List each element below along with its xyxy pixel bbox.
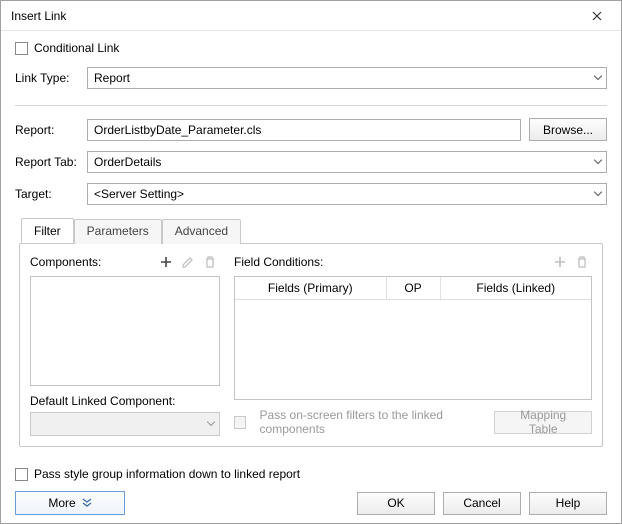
tab-filter[interactable]: Filter	[21, 218, 74, 243]
conditional-link-checkbox[interactable]	[15, 42, 28, 55]
components-delete-button	[200, 252, 220, 272]
target-select[interactable]: <Server Setting>	[87, 183, 607, 205]
field-conditions-label: Field Conditions:	[234, 255, 548, 269]
pass-style-checkbox[interactable]	[15, 468, 28, 481]
cancel-button[interactable]: Cancel	[443, 492, 521, 515]
chevron-down-icon	[207, 422, 215, 427]
link-type-value: Report	[94, 71, 130, 85]
default-linked-label: Default Linked Component:	[30, 394, 220, 408]
default-linked-select	[30, 412, 220, 436]
more-button[interactable]: More	[15, 491, 125, 515]
chevron-down-icon	[594, 76, 602, 81]
pass-style-label: Pass style group information down to lin…	[34, 467, 300, 481]
report-input[interactable]: OrderListbyDate_Parameter.cls	[87, 119, 521, 141]
ok-button[interactable]: OK	[357, 492, 435, 515]
col-header-linked: Fields (Linked)	[441, 277, 592, 299]
field-conditions-add-button	[550, 252, 570, 272]
filter-tab-pane: Components: Default Linked Component:	[19, 243, 603, 447]
col-header-op: OP	[387, 277, 441, 299]
report-label: Report:	[15, 123, 87, 137]
close-button[interactable]	[577, 2, 617, 30]
window-title: Insert Link	[11, 9, 577, 23]
tab-advanced[interactable]: Advanced	[162, 219, 241, 244]
target-value: <Server Setting>	[94, 187, 184, 201]
link-type-select[interactable]: Report	[87, 67, 607, 89]
conditional-link-label: Conditional Link	[34, 41, 119, 55]
report-tab-label: Report Tab:	[15, 155, 87, 169]
chevron-down-icon	[594, 192, 602, 197]
report-tab-select[interactable]: OrderDetails	[87, 151, 607, 173]
plus-icon	[159, 255, 173, 269]
target-label: Target:	[15, 187, 87, 201]
table-header-row: Fields (Primary) OP Fields (Linked)	[235, 277, 591, 300]
plus-icon	[553, 255, 567, 269]
components-add-button[interactable]	[156, 252, 176, 272]
browse-button[interactable]: Browse...	[529, 118, 607, 141]
pass-filters-label: Pass on-screen filters to the linked com…	[260, 408, 479, 436]
col-header-primary: Fields (Primary)	[235, 277, 387, 299]
report-value: OrderListbyDate_Parameter.cls	[94, 123, 261, 137]
trash-icon	[575, 255, 589, 269]
chevron-down-icon	[594, 160, 602, 165]
pass-filters-checkbox	[234, 416, 246, 429]
tab-parameters[interactable]: Parameters	[74, 219, 162, 244]
components-label: Components:	[30, 255, 154, 269]
mapping-table-button: Mapping Table	[494, 411, 592, 434]
report-tab-value: OrderDetails	[94, 155, 161, 169]
components-listbox[interactable]	[30, 276, 220, 386]
close-icon	[592, 11, 602, 21]
more-label: More	[48, 496, 75, 510]
field-conditions-delete-button	[572, 252, 592, 272]
link-type-label: Link Type:	[15, 71, 87, 85]
tab-bar: Filter Parameters Advanced	[21, 218, 613, 243]
components-edit-button	[178, 252, 198, 272]
help-button[interactable]: Help	[529, 492, 607, 515]
pencil-icon	[181, 255, 195, 269]
double-chevron-down-icon	[82, 498, 92, 508]
trash-icon	[203, 255, 217, 269]
field-conditions-table[interactable]: Fields (Primary) OP Fields (Linked)	[234, 276, 592, 400]
titlebar: Insert Link	[1, 1, 621, 31]
divider	[15, 105, 607, 106]
